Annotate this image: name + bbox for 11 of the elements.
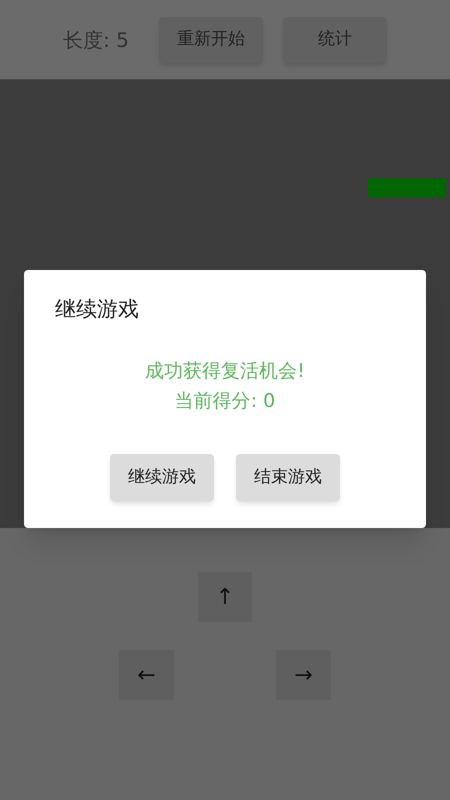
left-button[interactable]: ← xyxy=(119,650,174,700)
length-label: 长度: 5 xyxy=(63,26,129,54)
up-button[interactable]: ↑ xyxy=(198,572,252,622)
dialog-message: 成功获得复活机会! xyxy=(145,359,305,384)
right-button[interactable]: → xyxy=(276,650,331,700)
stats-button[interactable]: 统计 xyxy=(282,16,387,62)
end-game-button[interactable]: 结束游戏 xyxy=(236,454,340,501)
dialog-title: 继续游戏 xyxy=(55,296,139,323)
continue-button[interactable]: 继续游戏 xyxy=(110,454,214,501)
restart-button[interactable]: 重新开始 xyxy=(158,16,263,62)
score-text: 当前得分: 0 xyxy=(174,389,276,414)
